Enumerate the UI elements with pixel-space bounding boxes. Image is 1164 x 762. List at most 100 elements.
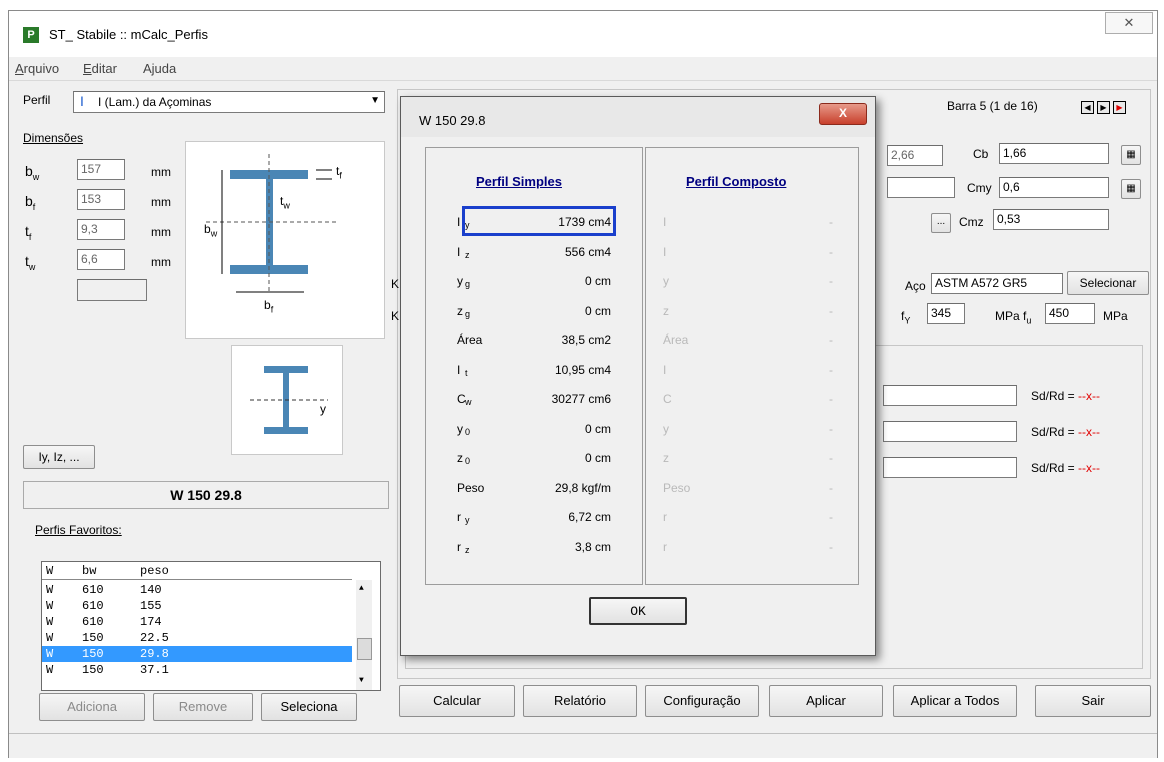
close-button[interactable]: ✕ bbox=[1105, 12, 1153, 34]
remove-button[interactable]: Remove bbox=[153, 693, 253, 721]
prop-label-sub: z bbox=[465, 544, 470, 555]
cmz-input[interactable]: 0,53 bbox=[993, 209, 1109, 230]
bf-input[interactable]: 153 bbox=[77, 189, 125, 210]
prop-label: Peso bbox=[457, 480, 485, 495]
composto-label: z bbox=[663, 303, 669, 318]
composto-label: I bbox=[663, 244, 667, 259]
calcular-button[interactable]: Calcular bbox=[399, 685, 515, 717]
nav-next-button[interactable]: ▶ bbox=[1097, 101, 1110, 114]
cb-input[interactable]: 1,66 bbox=[999, 143, 1109, 164]
result-field-1[interactable] bbox=[883, 385, 1017, 406]
nav-last-button[interactable]: ▶ bbox=[1113, 101, 1126, 114]
selecionar-button[interactable]: Selecionar bbox=[1067, 271, 1149, 295]
bf-unit: mm bbox=[151, 195, 171, 209]
field-k2[interactable] bbox=[887, 177, 955, 198]
favorites-list[interactable]: W bw peso W 610 140 W 610 155 W 610 174 W 150 22… bbox=[41, 561, 381, 691]
extra-field[interactable] bbox=[77, 279, 147, 301]
aplicar-todos-button[interactable]: Aplicar a Todos bbox=[893, 685, 1017, 717]
prop-value: 29,8 kgf/m bbox=[554, 480, 611, 495]
sdrd-1: Sd/Rd = --x-- bbox=[1031, 389, 1101, 403]
axis-y-label: y bbox=[320, 402, 326, 416]
composto-label: y bbox=[663, 421, 669, 436]
menu-editar[interactable]: Editar bbox=[83, 61, 117, 76]
prop-label-sub: z bbox=[465, 249, 470, 260]
list-item[interactable]: W 610 174 bbox=[42, 614, 352, 630]
menu-arquivo[interactable]: Arquivo bbox=[15, 61, 59, 76]
list-scrollbar[interactable]: ▲ ▼ bbox=[356, 580, 372, 690]
result-field-3[interactable] bbox=[883, 457, 1017, 478]
cmy-input[interactable]: 0,6 bbox=[999, 177, 1109, 198]
dimensoes-label: Dimensões bbox=[23, 131, 84, 145]
simples-header: Perfil Simples bbox=[476, 174, 562, 189]
prop-value: 556 cm4 bbox=[564, 244, 611, 259]
configuracao-button[interactable]: Configuração bbox=[645, 685, 759, 717]
fy-input[interactable]: 345 bbox=[927, 303, 965, 324]
prop-label-sub: t bbox=[465, 367, 468, 378]
list-item[interactable]: W 610 140 bbox=[42, 582, 352, 598]
sdrd-2: Sd/Rd = --x-- bbox=[1031, 425, 1101, 439]
scroll-down-icon[interactable]: ▼ bbox=[359, 676, 364, 685]
sair-button[interactable]: Sair bbox=[1035, 685, 1151, 717]
list-header: W bw peso bbox=[42, 563, 352, 580]
list-item-selected[interactable]: W 150 29.8 bbox=[42, 646, 352, 662]
iy-iz-button[interactable]: Iy, Iz, ... bbox=[23, 445, 95, 469]
scroll-up-icon[interactable]: ▲ bbox=[359, 584, 364, 593]
prop-label-sub: g bbox=[465, 279, 471, 289]
menu-bar: Arquivo Editar Ajuda bbox=[9, 58, 1157, 81]
nav-first-button[interactable]: ◀ bbox=[1081, 101, 1094, 114]
calculator-icon[interactable]: ▦ bbox=[1121, 145, 1141, 165]
prop-label: Área bbox=[457, 333, 483, 347]
prop-value: 38,5 cm2 bbox=[561, 333, 611, 347]
bf-diagram-label: bf bbox=[264, 298, 274, 315]
perfil-select[interactable]: Ι I (Lam.) da Açominas ▼ bbox=[73, 91, 385, 113]
section-diagram: tf tw bw bf bbox=[185, 141, 385, 339]
tf-diagram-label: tf bbox=[336, 164, 342, 181]
composto-label: r bbox=[663, 510, 667, 524]
prop-label: I bbox=[457, 215, 461, 229]
i-beam-icon: Ι bbox=[80, 93, 84, 109]
i-beam-axis-icon bbox=[250, 366, 328, 434]
menu-ajuda[interactable]: Ajuda bbox=[143, 61, 176, 76]
tf-unit: mm bbox=[151, 225, 171, 239]
ok-button[interactable]: OK bbox=[589, 597, 687, 625]
aco-input[interactable]: ASTM A572 GR5 bbox=[931, 273, 1063, 294]
calculator-icon[interactable]: ▦ bbox=[1121, 179, 1141, 199]
result-field-2[interactable] bbox=[883, 421, 1017, 442]
list-item[interactable]: W 610 155 bbox=[42, 598, 352, 614]
seleciona-button[interactable]: Seleciona bbox=[261, 693, 357, 721]
bw-label: bw bbox=[25, 163, 40, 182]
aplicar-button[interactable]: Aplicar bbox=[769, 685, 883, 717]
composto-value: - bbox=[829, 539, 833, 554]
fu-input[interactable]: 450 bbox=[1045, 303, 1095, 324]
list-item[interactable]: W 150 22.5 bbox=[42, 630, 352, 646]
tf-input[interactable]: 9,3 bbox=[77, 219, 125, 240]
composto-value: - bbox=[829, 421, 833, 436]
bw-input[interactable]: 157 bbox=[77, 159, 125, 180]
perfil-label: Perfil bbox=[23, 93, 51, 107]
composto-label: Área bbox=[663, 333, 689, 347]
prop-label: y bbox=[457, 274, 463, 288]
prop-label: r bbox=[457, 539, 461, 554]
cmy-label: Cmy bbox=[967, 181, 992, 195]
scroll-thumb[interactable] bbox=[357, 638, 372, 660]
composto-value: - bbox=[829, 392, 833, 406]
relatorio-button[interactable]: Relatório bbox=[523, 685, 637, 717]
adiciona-button[interactable]: Adiciona bbox=[39, 693, 145, 721]
composto-label: y bbox=[663, 274, 669, 288]
status-bar bbox=[9, 733, 1157, 758]
dialog-close-button[interactable]: X bbox=[819, 103, 867, 125]
list-item[interactable]: W 150 37.1 bbox=[42, 662, 352, 678]
composto-label: Peso bbox=[663, 480, 691, 495]
prop-label-sub: g bbox=[465, 308, 471, 319]
composto-value: - bbox=[829, 244, 833, 259]
tw-input[interactable]: 6,6 bbox=[77, 249, 125, 270]
field-266[interactable]: 2,66 bbox=[887, 145, 943, 166]
title-bar: P ST_ Stabile :: mCalc_Perfis ✕ bbox=[9, 11, 1157, 57]
dots-button[interactable]: ... bbox=[931, 213, 951, 233]
composto-value: - bbox=[829, 510, 833, 524]
composto-label: C bbox=[663, 392, 672, 406]
aco-label: Aço bbox=[905, 279, 926, 293]
perfil-value: I (Lam.) da Açominas bbox=[98, 95, 212, 109]
prop-label: z bbox=[457, 451, 463, 465]
prop-label-sub: w bbox=[465, 397, 472, 407]
